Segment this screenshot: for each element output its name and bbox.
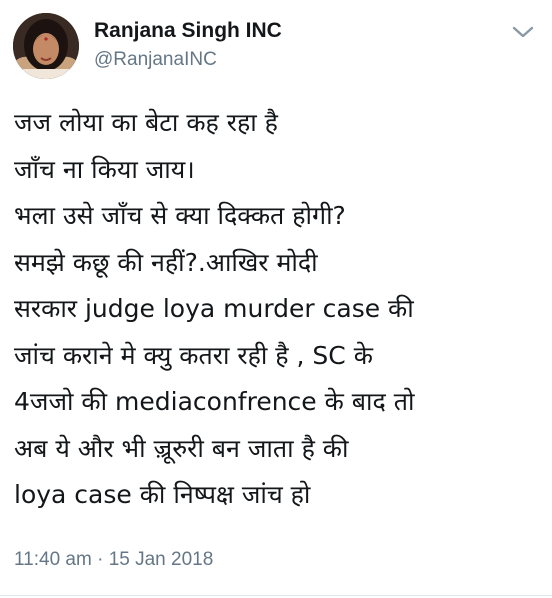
tweet-text-line: भला उसे जाँच से क्या दिक्कत होगी? bbox=[14, 201, 346, 230]
avatar[interactable] bbox=[13, 13, 79, 79]
tweet-text-line: सरकार judge loya murder case की bbox=[14, 294, 414, 323]
tweet-text: जज लोया का बेटा कह रहा है जाँच ना किया ज… bbox=[14, 100, 544, 519]
tweet-timestamp[interactable]: 11:40 am · 15 Jan 2018 bbox=[14, 549, 213, 571]
profile-photo-icon bbox=[13, 13, 79, 79]
divider bbox=[0, 595, 552, 596]
tweet-card: Ranjana Singh INC @RanjanaINC जज लोया का… bbox=[0, 0, 552, 598]
tweet-text-line: जांच कराने मे क्यु कतरा रही है , SC के bbox=[14, 340, 373, 370]
tweet-menu-button[interactable] bbox=[510, 22, 536, 42]
tweet-text-line: loya case की निष्पक्ष जांच हो bbox=[14, 480, 311, 509]
tweet-text-line: 4जजो की mediaconfrence के बाद तो bbox=[14, 387, 415, 416]
tweet-text-line: जाँच ना किया जाय। bbox=[14, 154, 195, 184]
tweet-text-line: अब ये और भी ज़्रूरुरी बन जाता है की bbox=[14, 433, 349, 463]
tweet-text-line: जज लोया का बेटा कह रहा है bbox=[14, 108, 278, 137]
author-handle[interactable]: @RanjanaINC bbox=[94, 49, 217, 71]
author-display-name[interactable]: Ranjana Singh INC bbox=[94, 19, 282, 43]
tweet-text-line: समझे कछू की नहीं?.आखिर मोदी bbox=[14, 247, 318, 277]
chevron-down-icon bbox=[512, 26, 534, 38]
